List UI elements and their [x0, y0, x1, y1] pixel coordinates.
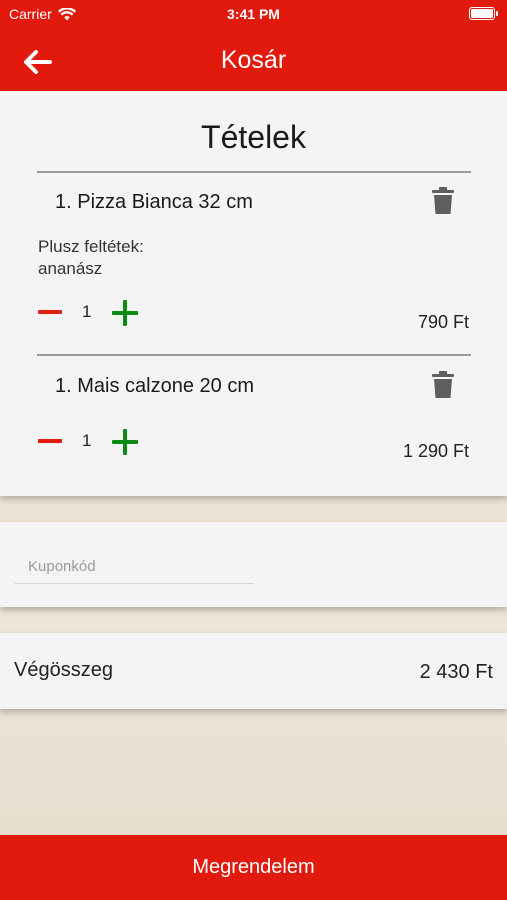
- decrease-quantity-button[interactable]: [38, 439, 62, 443]
- status-bar: Carrier 3:41 PM: [0, 0, 507, 28]
- increase-quantity-button[interactable]: [112, 300, 138, 326]
- item-quantity: 1: [82, 431, 92, 450]
- coupon-card: [0, 522, 507, 607]
- page-title: Kosár: [220, 46, 287, 74]
- decrease-quantity-button[interactable]: [38, 310, 62, 314]
- item-extras: Plusz feltétek: ananász: [38, 236, 144, 280]
- cart-items-card: Tételek 1. Pizza Bianca 32 cm Plusz felt…: [0, 91, 507, 496]
- item-price: 1 290 Ft: [402, 441, 469, 461]
- header-bar: Carrier 3:41 PM Kosár: [0, 0, 507, 91]
- extras-label: Plusz feltétek:: [38, 237, 144, 256]
- total-card: Végösszeg 2 430 Ft: [0, 633, 507, 709]
- item-quantity: 1: [82, 302, 92, 321]
- item-price: 790 Ft: [417, 312, 469, 332]
- increase-quantity-button[interactable]: [112, 429, 138, 455]
- trash-icon[interactable]: [430, 371, 456, 399]
- trash-icon[interactable]: [430, 187, 456, 215]
- status-time: 3:41 PM: [227, 6, 280, 22]
- battery-icon: [469, 7, 498, 20]
- extras-value: ananász: [38, 259, 103, 278]
- place-order-label: Megrendelem: [192, 856, 315, 878]
- coupon-input[interactable]: [14, 550, 254, 584]
- total-value: 2 430 Ft: [419, 661, 493, 683]
- divider: [37, 354, 471, 356]
- items-heading: Tételek: [201, 119, 306, 155]
- place-order-button[interactable]: Megrendelem: [0, 835, 507, 900]
- total-label: Végösszeg: [14, 659, 113, 681]
- item-title: 1. Pizza Bianca 32 cm: [55, 191, 253, 213]
- divider: [37, 171, 471, 173]
- item-title: 1. Mais calzone 20 cm: [55, 375, 254, 397]
